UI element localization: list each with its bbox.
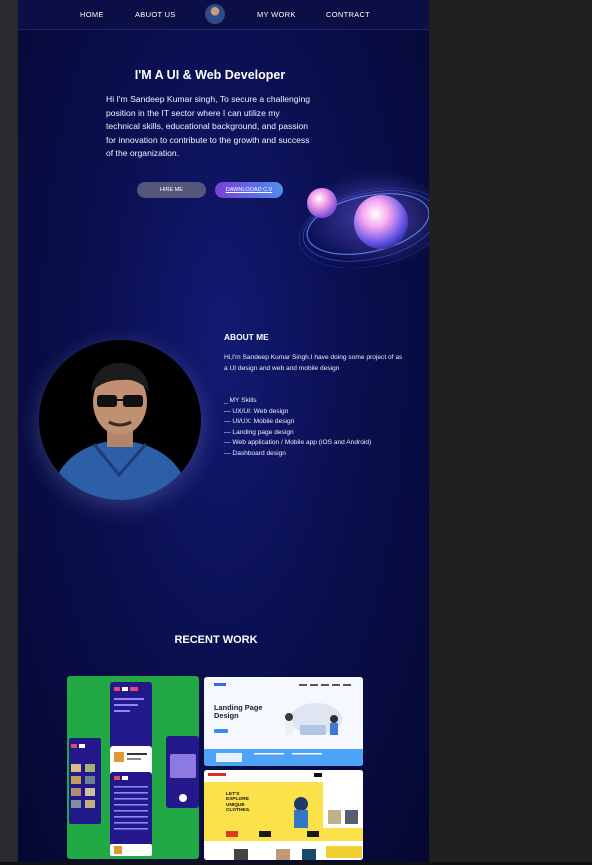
left-gutter	[0, 0, 18, 865]
skill-item: — UI/UX: Mobile design	[224, 418, 295, 426]
skill-item: — Landing page design	[224, 428, 294, 436]
recent-work-title: RECENT WORK	[174, 634, 258, 646]
nav-my-work-link[interactable]: MY WORK	[257, 10, 296, 19]
download-cv-button[interactable]: DAWNLOOAD C.V	[215, 182, 283, 198]
profile-avatar-icon[interactable]	[205, 4, 225, 24]
nav-home-link[interactable]: HOME	[80, 10, 104, 19]
nav-contract-link[interactable]: CONTRACT	[326, 10, 370, 19]
skill-item: — UX/UI: Web design	[224, 407, 289, 415]
nav-about-link[interactable]: ABUOT US	[135, 10, 176, 19]
skill-item: — Dashboard design	[224, 449, 286, 457]
about-intro-text: Hi,I'm Sandeep Kumar Singh.I have doing …	[224, 354, 403, 372]
hire-me-button[interactable]: HIRE ME	[137, 182, 206, 198]
portrait-illustration	[49, 362, 191, 500]
fashion-store-project-card[interactable]: LET'S EXPLORE UNIQUE CLOTHES.	[204, 770, 363, 860]
skills-heading: _ MY Skills	[224, 397, 257, 404]
landing-page-thumbnail	[204, 677, 363, 766]
skill-item: — Web application / Mobile app (iOS and …	[224, 439, 372, 447]
fashion-card-heading: LET'S EXPLORE UNIQUE CLOTHES.	[226, 792, 251, 814]
about-me-title: ABOUT ME	[224, 332, 269, 342]
hero-title: I'M A UI & Web Developer	[134, 68, 286, 82]
landing-card-heading: Landing Page Design	[214, 703, 263, 720]
planet-orbs-illustration	[298, 170, 429, 268]
fashion-site-thumbnail	[204, 770, 363, 860]
profile-portrait	[39, 340, 201, 500]
skills-list: _ MY Skills — UX/UI: Web design — UI/UX:…	[224, 396, 424, 460]
portfolio-page: HOME ABUOT US MY WORK CONTRACT I'M A UI …	[18, 0, 429, 862]
right-gutter	[429, 0, 592, 865]
top-navigation: HOME ABUOT US MY WORK CONTRACT	[18, 0, 429, 30]
hero-intro-text: Hi I'm Sandeep Kumar singh, To secure a …	[106, 94, 311, 159]
landing-page-project-card[interactable]: Landing Page Design	[204, 677, 363, 766]
mobile-screens-thumbnail	[69, 682, 199, 856]
mobile-app-project-card[interactable]	[67, 676, 199, 859]
